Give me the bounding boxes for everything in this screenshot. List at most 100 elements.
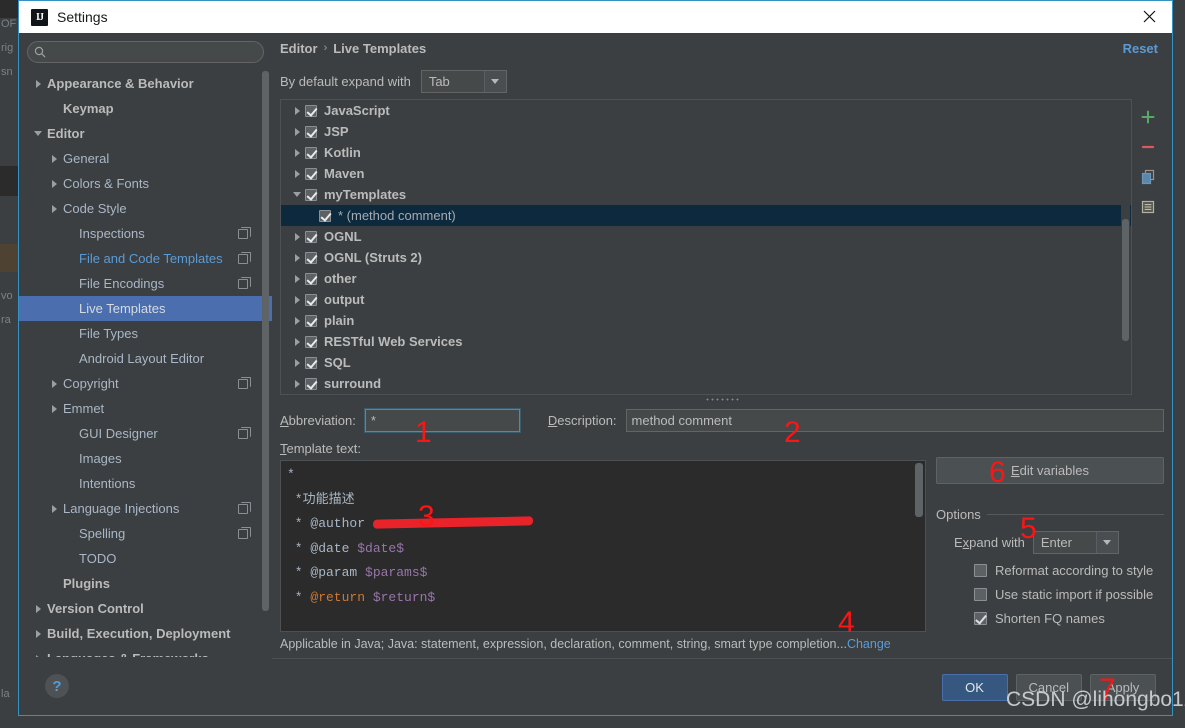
chevron-right-icon[interactable] <box>29 629 47 638</box>
breadcrumb-parent[interactable]: Editor <box>280 41 318 56</box>
chevron-right-icon[interactable] <box>289 232 305 241</box>
ok-button[interactable]: OK <box>941 673 1008 701</box>
chevron-right-icon[interactable] <box>289 169 305 178</box>
default-expand-combobox[interactable]: Tab <box>420 69 507 93</box>
remove-template-button[interactable] <box>1138 137 1158 157</box>
chevron-right-icon[interactable] <box>289 379 305 388</box>
template-checkbox[interactable] <box>305 188 317 201</box>
template-checkbox[interactable] <box>305 230 317 243</box>
chevron-right-icon[interactable] <box>45 379 63 388</box>
chevron-down-icon[interactable] <box>483 70 506 92</box>
template-tree-row[interactable]: JavaScript <box>281 100 1131 121</box>
sidebar-item-code-style[interactable]: Code Style <box>19 196 272 221</box>
template-tree-row[interactable]: * (method comment) <box>281 205 1131 226</box>
sidebar-scrollbar-thumb[interactable] <box>262 71 269 611</box>
expand-with-combobox[interactable]: Enter <box>1032 531 1119 554</box>
reset-link[interactable]: Reset <box>1123 41 1158 56</box>
chevron-right-icon[interactable] <box>45 504 63 513</box>
help-button[interactable]: ? <box>45 674 69 698</box>
sidebar-item-intentions[interactable]: Intentions <box>19 471 272 496</box>
template-tree-row[interactable]: surround <box>281 373 1131 394</box>
option-use-static-import-if-possible[interactable]: Use static import if possible <box>936 587 1164 602</box>
template-checkbox[interactable] <box>305 125 317 138</box>
option-shorten-fq-names[interactable]: Shorten FQ names <box>936 611 1164 626</box>
option-checkbox[interactable] <box>974 564 987 577</box>
chevron-right-icon[interactable] <box>289 358 305 367</box>
sidebar-item-editor[interactable]: Editor <box>19 121 272 146</box>
sidebar-item-file-types[interactable]: File Types <box>19 321 272 346</box>
chevron-right-icon[interactable] <box>45 179 63 188</box>
chevron-down-icon[interactable] <box>29 131 47 136</box>
template-checkbox[interactable] <box>305 356 317 369</box>
sidebar-item-appearance-behavior[interactable]: Appearance & Behavior <box>19 71 272 96</box>
template-checkbox[interactable] <box>305 314 317 327</box>
settings-nav-tree[interactable]: Appearance & Behavior Keymap Editor General… <box>19 69 272 657</box>
splitter-grip-icon[interactable] <box>705 397 739 402</box>
template-tree-row[interactable]: JSP <box>281 121 1131 142</box>
template-tree-row[interactable]: other <box>281 268 1131 289</box>
sidebar-item-language-injections[interactable]: Language Injections <box>19 496 272 521</box>
chevron-right-icon[interactable] <box>29 654 47 657</box>
chevron-right-icon[interactable] <box>289 316 305 325</box>
templates-scrollbar[interactable] <box>1121 101 1130 393</box>
chevron-right-icon[interactable] <box>289 148 305 157</box>
template-text-editor[interactable]: * *功能描述 * @author * @date $date$ * @para… <box>280 460 926 632</box>
template-checkbox[interactable] <box>305 272 317 285</box>
sidebar-item-version-control[interactable]: Version Control <box>19 596 272 621</box>
chevron-down-icon[interactable] <box>1095 532 1118 553</box>
option-checkbox[interactable] <box>974 588 987 601</box>
sidebar-item-images[interactable]: Images <box>19 446 272 471</box>
chevron-down-icon[interactable] <box>289 192 305 197</box>
sidebar-item-keymap[interactable]: Keymap <box>19 96 272 121</box>
panel-splitter[interactable] <box>272 395 1172 404</box>
close-icon[interactable] <box>1126 1 1172 32</box>
sidebar-scrollbar[interactable] <box>262 71 269 641</box>
template-checkbox[interactable] <box>305 146 317 159</box>
template-checkbox[interactable] <box>305 335 317 348</box>
duplicate-template-button[interactable] <box>1138 167 1158 187</box>
sidebar-item-file-and-code-templates[interactable]: File and Code Templates <box>19 246 272 271</box>
templates-scrollbar-thumb[interactable] <box>1122 219 1129 341</box>
description-input[interactable] <box>625 408 1164 432</box>
cancel-button[interactable]: Cancel <box>1015 673 1082 701</box>
chevron-right-icon[interactable] <box>289 106 305 115</box>
template-tree-row[interactable]: myTemplates <box>281 184 1131 205</box>
sidebar-item-copyright[interactable]: Copyright <box>19 371 272 396</box>
sidebar-item-build-execution-deployment[interactable]: Build, Execution, Deployment <box>19 621 272 646</box>
sidebar-item-general[interactable]: General <box>19 146 272 171</box>
template-tree-row[interactable]: Maven <box>281 163 1131 184</box>
template-tree-row[interactable]: OGNL (Struts 2) <box>281 247 1131 268</box>
sidebar-item-inspections[interactable]: Inspections <box>19 221 272 246</box>
search-input[interactable] <box>52 42 252 62</box>
template-group-button[interactable] <box>1138 197 1158 217</box>
chevron-right-icon[interactable] <box>289 253 305 262</box>
template-tree-row[interactable]: output <box>281 289 1131 310</box>
template-checkbox[interactable] <box>319 209 331 222</box>
sidebar-item-spelling[interactable]: Spelling <box>19 521 272 546</box>
template-tree-row[interactable]: Kotlin <box>281 142 1131 163</box>
option-reformat-according-to-style[interactable]: Reformat according to style <box>936 563 1164 578</box>
add-template-button[interactable] <box>1138 107 1158 127</box>
apply-button[interactable]: Apply <box>1090 673 1156 701</box>
chevron-right-icon[interactable] <box>45 154 63 163</box>
template-checkbox[interactable] <box>305 104 317 117</box>
chevron-right-icon[interactable] <box>289 127 305 136</box>
search-box[interactable] <box>27 41 264 63</box>
template-tree-row[interactable]: OGNL <box>281 226 1131 247</box>
chevron-right-icon[interactable] <box>289 274 305 283</box>
chevron-right-icon[interactable] <box>45 404 63 413</box>
sidebar-item-colors-fonts[interactable]: Colors & Fonts <box>19 171 272 196</box>
edit-variables-button[interactable]: Edit variables <box>936 457 1164 484</box>
template-checkbox[interactable] <box>305 251 317 264</box>
chevron-right-icon[interactable] <box>45 204 63 213</box>
template-editor-scrollbar[interactable] <box>914 463 923 629</box>
sidebar-item-languages-frameworks[interactable]: Languages & Frameworks <box>19 646 272 657</box>
chevron-right-icon[interactable] <box>29 604 47 613</box>
template-checkbox[interactable] <box>305 293 317 306</box>
change-context-link[interactable]: Change <box>847 637 891 651</box>
template-tree-row[interactable]: SQL <box>281 352 1131 373</box>
template-tree-row[interactable]: plain <box>281 310 1131 331</box>
sidebar-item-file-encodings[interactable]: File Encodings <box>19 271 272 296</box>
sidebar-item-plugins[interactable]: Plugins <box>19 571 272 596</box>
chevron-right-icon[interactable] <box>29 79 47 88</box>
